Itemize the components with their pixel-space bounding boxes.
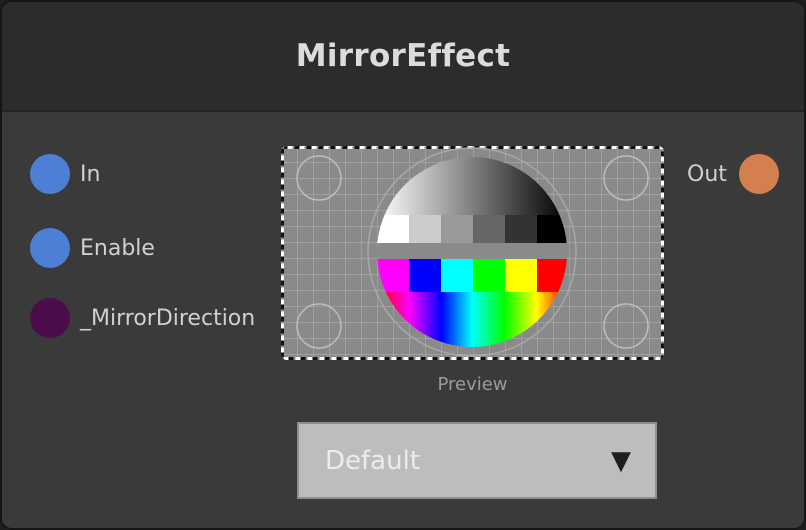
port-enable[interactable]: Enable: [30, 228, 155, 268]
test-pattern-icon: [281, 146, 664, 360]
mirror-mode-dropdown[interactable]: Default ▼: [297, 422, 657, 499]
preview-image: [281, 146, 664, 360]
port-mirror-direction[interactable]: _MirrorDirection: [30, 298, 255, 338]
node-title: MirrorEffect: [295, 38, 511, 74]
port-mirror-direction-dot-icon[interactable]: [30, 298, 70, 338]
dropdown-selected-value: Default: [325, 445, 420, 476]
node-header[interactable]: MirrorEffect: [2, 2, 804, 112]
port-enable-dot-icon[interactable]: [30, 228, 70, 268]
triangle-down-icon[interactable]: ▼: [611, 446, 631, 476]
port-out-dot-icon[interactable]: [738, 154, 779, 194]
port-in[interactable]: In: [30, 154, 100, 194]
preview-label: Preview: [437, 374, 508, 395]
port-out[interactable]: Out: [687, 154, 779, 194]
port-in-label: In: [80, 161, 101, 187]
port-in-dot-icon[interactable]: [30, 154, 70, 194]
port-out-label: Out: [687, 161, 727, 187]
mirror-effect-node[interactable]: MirrorEffect In Enable _MirrorDirection …: [0, 0, 806, 530]
port-mirror-direction-label: _MirrorDirection: [80, 305, 256, 331]
port-enable-label: Enable: [80, 235, 155, 261]
